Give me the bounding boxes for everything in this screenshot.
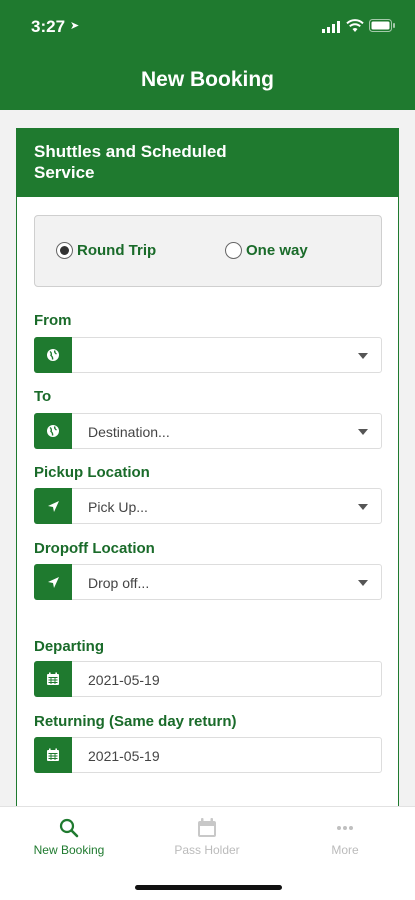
- calendar-icon: [34, 661, 72, 697]
- to-select[interactable]: Destination...: [34, 413, 382, 449]
- chevron-down-icon: [358, 353, 368, 359]
- status-time: 3:27: [31, 17, 66, 36]
- app-header: 3:27 ➤ New Booking: [0, 0, 415, 110]
- dropoff-label: Dropoff Location: [34, 540, 155, 557]
- dropoff-value: Drop off...: [88, 575, 150, 591]
- pickup-label: Pickup Location: [34, 464, 150, 481]
- chevron-down-icon: [358, 580, 368, 586]
- search-icon: [59, 818, 79, 838]
- round-trip-label: Round Trip: [77, 242, 157, 259]
- departing-value: 2021-05-19: [88, 672, 160, 688]
- returning-label: Returning (Same day return): [34, 713, 237, 730]
- to-value: Destination...: [88, 424, 170, 440]
- dropoff-select[interactable]: Drop off...: [34, 564, 382, 600]
- returning-date-input[interactable]: 2021-05-19: [34, 737, 382, 773]
- tab-more[interactable]: More: [285, 817, 405, 857]
- location-services-icon: ➤: [70, 20, 80, 32]
- one-way-label: One way: [246, 242, 308, 259]
- tab-pass-holder-label: Pass Holder: [174, 843, 240, 857]
- location-arrow-icon: [34, 564, 72, 600]
- round-trip-radio[interactable]: Round Trip: [56, 242, 156, 259]
- pickup-select[interactable]: Pick Up...: [34, 488, 382, 524]
- globe-icon: [34, 337, 72, 373]
- wifi-icon: [346, 19, 364, 32]
- trip-type-selector: Round Trip One way: [34, 215, 382, 287]
- battery-icon: [369, 19, 395, 32]
- page-title: New Booking: [140, 68, 274, 91]
- departing-date-input[interactable]: 2021-05-19: [34, 661, 382, 697]
- booking-card: Shuttles and Scheduled Service Round Tri…: [16, 128, 399, 828]
- departing-label: Departing: [34, 638, 105, 655]
- pickup-value: Pick Up...: [88, 499, 148, 515]
- home-indicator: [135, 885, 282, 890]
- card-header: Shuttles and Scheduled Service: [17, 129, 398, 197]
- tab-new-booking[interactable]: New Booking: [9, 817, 129, 857]
- tab-more-label: More: [331, 843, 359, 857]
- chevron-down-icon: [358, 429, 368, 435]
- calendar-icon: [34, 737, 72, 773]
- more-icon: [337, 826, 353, 830]
- from-select[interactable]: [34, 337, 382, 373]
- one-way-radio[interactable]: One way: [225, 242, 308, 259]
- radio-checked-icon: [56, 242, 73, 259]
- to-label: To: [34, 388, 52, 405]
- card-title: Shuttles and Scheduled Service: [34, 142, 227, 182]
- globe-icon: [34, 413, 72, 449]
- status-bar: 3:27 ➤: [0, 0, 415, 50]
- tab-pass-holder[interactable]: Pass Holder: [147, 817, 267, 857]
- chevron-down-icon: [358, 504, 368, 510]
- from-label: From: [34, 312, 72, 329]
- cellular-signal-icon: [322, 21, 340, 33]
- tab-new-booking-label: New Booking: [33, 843, 105, 857]
- calendar-icon: [198, 818, 216, 837]
- location-arrow-icon: [34, 488, 72, 524]
- radio-unchecked-icon: [225, 242, 242, 259]
- returning-value: 2021-05-19: [88, 748, 160, 764]
